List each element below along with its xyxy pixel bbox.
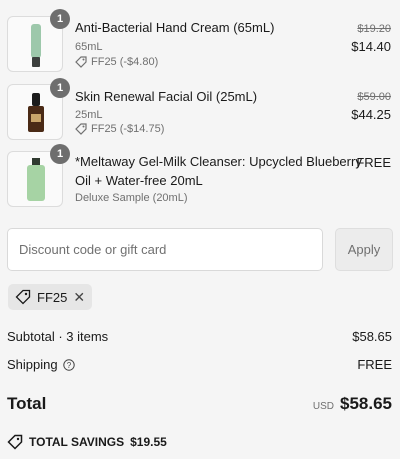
tag-icon	[75, 56, 87, 68]
shipping-label: Shipping	[7, 357, 58, 372]
total-label: Total	[7, 394, 47, 413]
discount-text: FF25 (-$14.75)	[91, 123, 165, 135]
help-icon[interactable]: ?	[62, 358, 75, 371]
quantity-badge: 1	[50, 78, 70, 98]
remove-discount-icon[interactable]: ✕	[73, 289, 85, 306]
item-price: FREE	[356, 155, 391, 170]
original-price: $19.20	[357, 23, 391, 35]
cart-item-hand-cream: 1 Anti-Bacterial Hand Cream (65mL) 65mL …	[0, 0, 400, 80]
product-variant: Deluxe Sample (20mL)	[75, 192, 188, 204]
savings-value: $19.55	[130, 435, 167, 449]
applied-discount-tag: FF25 ✕	[8, 284, 93, 310]
tag-icon	[7, 434, 23, 450]
apply-button[interactable]: Apply	[335, 228, 393, 271]
quantity-badge: 1	[50, 9, 70, 29]
item-price: $44.25	[351, 107, 391, 122]
tag-icon	[75, 123, 87, 135]
savings-label: TOTAL SAVINGS	[29, 435, 125, 449]
product-name-line1: *Meltaway Gel-Milk Cleanser: Upcycled Bl…	[75, 154, 362, 169]
total-row: Total USD $58.65	[7, 394, 392, 414]
product-variant: 25mL	[75, 109, 103, 121]
subtotal-value: $58.65	[352, 329, 392, 344]
total-savings: TOTAL SAVINGS $19.55	[7, 434, 167, 450]
discount-text: FF25 (-$4.80)	[91, 56, 159, 68]
discount-code-input[interactable]	[7, 228, 323, 271]
currency-code: USD	[312, 401, 334, 412]
shipping-label-group: Shipping ?	[7, 357, 75, 372]
product-name-line2: Oil + Water-free 20mL	[75, 173, 203, 188]
cart-item-cleanser-sample: 1 *Meltaway Gel-Milk Cleanser: Upcycled …	[0, 144, 400, 220]
applied-code-label: FF25	[37, 289, 68, 305]
subtotal-row: Subtotal · 3 items $58.65	[7, 329, 392, 344]
shipping-value: FREE	[357, 357, 392, 372]
discount-line: FF25 (-$4.80)	[75, 56, 158, 68]
cart-item-facial-oil: 1 Skin Renewal Facial Oil (25mL) 25mL FF…	[0, 78, 400, 150]
product-variant: 65mL	[75, 41, 103, 53]
product-name: Anti-Bacterial Hand Cream (65mL)	[75, 20, 275, 35]
tag-icon	[15, 289, 31, 305]
svg-text:?: ?	[66, 361, 71, 370]
subtotal-label: Subtotal · 3 items	[7, 329, 109, 344]
item-price: $14.40	[351, 39, 391, 54]
discount-line: FF25 (-$14.75)	[75, 123, 164, 135]
total-value: $58.65	[340, 394, 392, 413]
total-amount-group: USD $58.65	[313, 394, 392, 414]
shipping-row: Shipping ? FREE	[7, 357, 392, 372]
product-name: Skin Renewal Facial Oil (25mL)	[75, 89, 258, 104]
original-price: $59.00	[357, 91, 391, 103]
quantity-badge: 1	[50, 144, 70, 164]
